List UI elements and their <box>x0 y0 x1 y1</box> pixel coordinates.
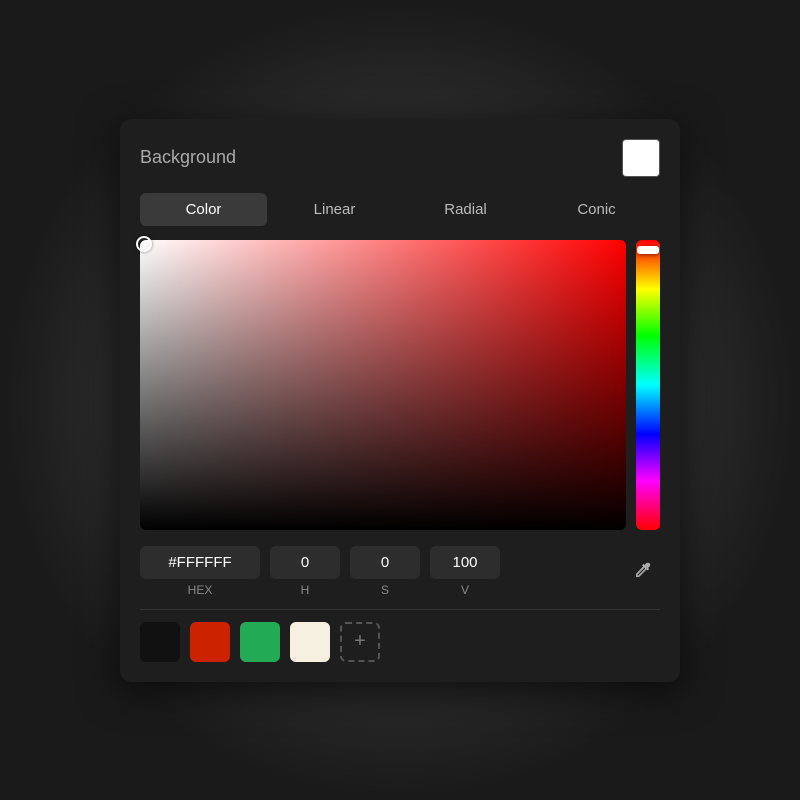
hex-input[interactable] <box>140 546 260 579</box>
saturation-brightness-handle[interactable] <box>136 236 152 252</box>
h-input[interactable] <box>270 546 340 579</box>
color-panel: Background Color Linear Radial Conic HEX… <box>120 119 680 682</box>
h-label: H <box>301 583 310 597</box>
eyedropper-button[interactable] <box>624 557 660 585</box>
hex-label: HEX <box>188 583 213 597</box>
panel-title: Background <box>140 147 236 168</box>
v-label: V <box>461 583 469 597</box>
saturation-brightness-canvas[interactable] <box>140 240 626 530</box>
tab-radial[interactable]: Radial <box>402 193 529 226</box>
tab-conic[interactable]: Conic <box>533 193 660 226</box>
swatch-cream[interactable] <box>290 622 330 662</box>
tab-linear[interactable]: Linear <box>271 193 398 226</box>
s-input-group: S <box>350 546 420 597</box>
divider <box>140 609 660 610</box>
swatch-black[interactable] <box>140 622 180 662</box>
add-swatch-button[interactable]: + <box>340 622 380 662</box>
hex-input-group: HEX <box>140 546 260 597</box>
tabs-row: Color Linear Radial Conic <box>140 193 660 226</box>
v-input-group: V <box>430 546 500 597</box>
v-input[interactable] <box>430 546 500 579</box>
tab-color[interactable]: Color <box>140 193 267 226</box>
panel-header: Background <box>140 139 660 177</box>
swatch-red[interactable] <box>190 622 230 662</box>
color-preview-box[interactable] <box>622 139 660 177</box>
color-picker-area <box>140 240 660 530</box>
h-input-group: H <box>270 546 340 597</box>
s-label: S <box>381 583 389 597</box>
swatches-row: + <box>140 622 660 662</box>
s-input[interactable] <box>350 546 420 579</box>
hue-handle[interactable] <box>637 246 659 254</box>
hue-slider[interactable] <box>636 240 660 530</box>
inputs-row: HEX H S V <box>140 546 660 597</box>
swatch-green[interactable] <box>240 622 280 662</box>
eyedropper-icon <box>632 561 652 581</box>
